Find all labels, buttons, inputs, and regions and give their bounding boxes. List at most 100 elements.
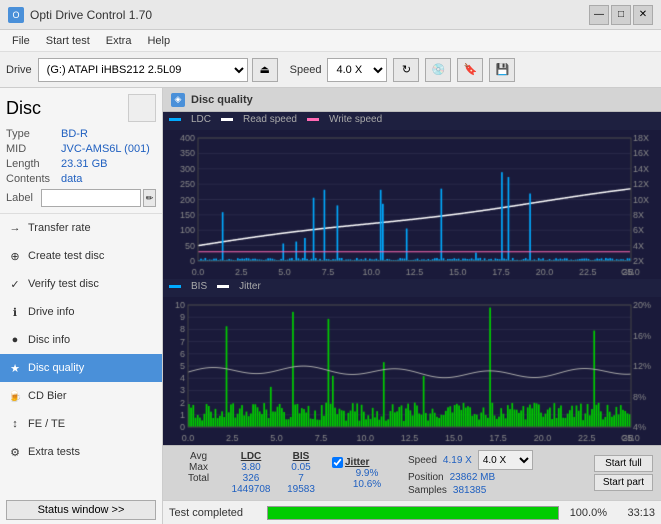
sidebar-item-verify-test-disc[interactable]: ✓ Verify test disc xyxy=(0,270,162,298)
close-button[interactable]: ✕ xyxy=(633,5,653,25)
samples-row: Samples 381385 xyxy=(408,485,588,496)
sidebar-item-create-test-disc[interactable]: ⊕ Create test disc xyxy=(0,242,162,270)
disc-button[interactable]: 💿 xyxy=(425,58,451,82)
jitter-col-header: Jitter xyxy=(345,457,369,468)
speed-select-stats[interactable]: 4.0 X xyxy=(478,450,533,470)
sidebar-item-fe-te[interactable]: ↕ FE / TE xyxy=(0,410,162,438)
type-label: Type xyxy=(6,128,61,140)
ldc-legend-label: LDC xyxy=(191,114,211,125)
sidebar-item-label-cd-bier: CD Bier xyxy=(28,390,67,402)
bookmark-button[interactable]: 🔖 xyxy=(457,58,483,82)
drive-info-icon: ℹ xyxy=(8,305,22,319)
menubar: File Start test Extra Help xyxy=(0,30,661,52)
disc-header: Disc xyxy=(6,94,156,122)
write-speed-legend-dot xyxy=(307,118,319,121)
sidebar: Disc Type BD-R MID JVC-AMS6L (001) Lengt… xyxy=(0,88,163,524)
jitter-checkbox[interactable] xyxy=(332,457,343,468)
main-panel: ◈ Disc quality LDC Read speed Write spee… xyxy=(163,88,661,524)
start-full-button[interactable]: Start full xyxy=(594,455,653,472)
maximize-button[interactable]: □ xyxy=(611,5,631,25)
position-label: Position xyxy=(408,472,444,483)
status-window-button[interactable]: Status window >> xyxy=(6,500,156,520)
disc-mid-row: MID JVC-AMS6L (001) xyxy=(6,143,156,155)
disc-length-row: Length 23.31 GB xyxy=(6,158,156,170)
disc-section: Disc Type BD-R MID JVC-AMS6L (001) Lengt… xyxy=(0,88,162,214)
status-text: Test completed xyxy=(169,507,259,519)
menu-extra[interactable]: Extra xyxy=(98,33,140,49)
ldc-col-header: LDC xyxy=(241,451,262,462)
samples-value: 381385 xyxy=(453,485,486,496)
drive-select[interactable]: (G:) ATAPI iHBS212 2.5L09 xyxy=(38,58,248,82)
bis-col-header: BIS xyxy=(293,451,310,462)
ldc-legend-dot xyxy=(169,118,181,121)
max-label: Max xyxy=(189,462,208,473)
disc-contents-row: Contents data xyxy=(6,173,156,185)
eject-button[interactable]: ⏏ xyxy=(252,58,278,82)
menu-file[interactable]: File xyxy=(4,33,38,49)
stats-col-ldc: LDC 3.80 326 1449708 xyxy=(226,451,276,495)
bis-max: 7 xyxy=(298,473,304,484)
minimize-button[interactable]: — xyxy=(589,5,609,25)
disc-icon: Disc xyxy=(6,98,41,119)
stats-row: Avg Max Total LDC 3.80 326 1449708 BIS 0… xyxy=(171,450,653,496)
bottom-chart: BIS Jitter xyxy=(163,279,661,445)
cd-bier-icon: 🍺 xyxy=(8,389,22,403)
samples-label: Samples xyxy=(408,485,447,496)
menu-help[interactable]: Help xyxy=(139,33,178,49)
save-button[interactable]: 💾 xyxy=(489,58,515,82)
speed-select[interactable]: 4.0 X xyxy=(327,58,387,82)
position-value: 23862 MB xyxy=(450,472,496,483)
mid-label: MID xyxy=(6,143,61,155)
disc-quality-icon: ★ xyxy=(8,361,22,375)
refresh-button[interactable]: ↻ xyxy=(393,58,419,82)
app-title: Opti Drive Control 1.70 xyxy=(30,8,589,22)
sidebar-item-extra-tests[interactable]: ⚙ Extra tests xyxy=(0,438,162,466)
top-chart: LDC Read speed Write speed xyxy=(163,112,661,279)
sidebar-nav: → Transfer rate ⊕ Create test disc ✓ Ver… xyxy=(0,214,162,496)
sidebar-item-label-disc-quality: Disc quality xyxy=(28,362,84,374)
window-controls: — □ ✕ xyxy=(589,5,653,25)
app-icon: O xyxy=(8,7,24,23)
sidebar-item-label-transfer-rate: Transfer rate xyxy=(28,222,91,234)
disc-quality-title: Disc quality xyxy=(191,94,253,106)
progress-percent: 100.0% xyxy=(567,507,607,519)
label-input[interactable] xyxy=(41,189,141,207)
sidebar-item-transfer-rate[interactable]: → Transfer rate xyxy=(0,214,162,242)
toolbar: Drive (G:) ATAPI iHBS212 2.5L09 ⏏ Speed … xyxy=(0,52,661,88)
speed-row: Speed 4.19 X 4.0 X xyxy=(408,450,588,470)
jitter-legend-dot xyxy=(217,285,229,288)
ldc-chart-canvas xyxy=(163,130,661,279)
stats-jitter-col: Jitter 9.9% 10.6% xyxy=(332,457,402,490)
label-edit-button[interactable]: ✏ xyxy=(143,189,156,207)
stats-ldc-bis: Avg Max Total LDC 3.80 326 1449708 BIS 0… xyxy=(171,451,326,495)
stats-col-empty: Avg Max Total xyxy=(171,451,226,495)
position-row: Position 23862 MB xyxy=(408,472,588,483)
bis-chart-canvas xyxy=(163,297,661,445)
menu-start-test[interactable]: Start test xyxy=(38,33,98,49)
ldc-total: 1449708 xyxy=(232,484,271,495)
progress-track xyxy=(267,506,559,520)
sidebar-item-label-disc-info: Disc info xyxy=(28,334,70,346)
sidebar-item-drive-info[interactable]: ℹ Drive info xyxy=(0,298,162,326)
start-buttons: Start full Start part xyxy=(594,455,653,491)
contents-value: data xyxy=(61,173,82,185)
jitter-avg: 9.9% xyxy=(332,468,402,479)
length-label: Length xyxy=(6,158,61,170)
verify-test-disc-icon: ✓ xyxy=(8,277,22,291)
read-speed-legend-dot xyxy=(221,118,233,121)
bis-legend-label: BIS xyxy=(191,281,207,292)
charts-container: LDC Read speed Write speed BIS Jitter xyxy=(163,112,661,445)
sidebar-item-label-fe-te: FE / TE xyxy=(28,418,65,430)
sidebar-item-cd-bier[interactable]: 🍺 CD Bier xyxy=(0,382,162,410)
transfer-rate-icon: → xyxy=(8,221,22,235)
avg-label: Avg xyxy=(190,451,207,462)
stats-col-bis: BIS 0.05 7 19583 xyxy=(276,451,326,495)
stats-speed-col: Speed 4.19 X 4.0 X Position 23862 MB Sam… xyxy=(408,450,588,496)
length-value: 23.31 GB xyxy=(61,158,107,170)
sidebar-item-disc-quality[interactable]: ★ Disc quality xyxy=(0,354,162,382)
label-label: Label xyxy=(6,192,41,204)
titlebar: O Opti Drive Control 1.70 — □ ✕ xyxy=(0,0,661,30)
sidebar-item-disc-info[interactable]: ● Disc info xyxy=(0,326,162,354)
start-part-button[interactable]: Start part xyxy=(594,474,653,491)
disc-type-row: Type BD-R xyxy=(6,128,156,140)
